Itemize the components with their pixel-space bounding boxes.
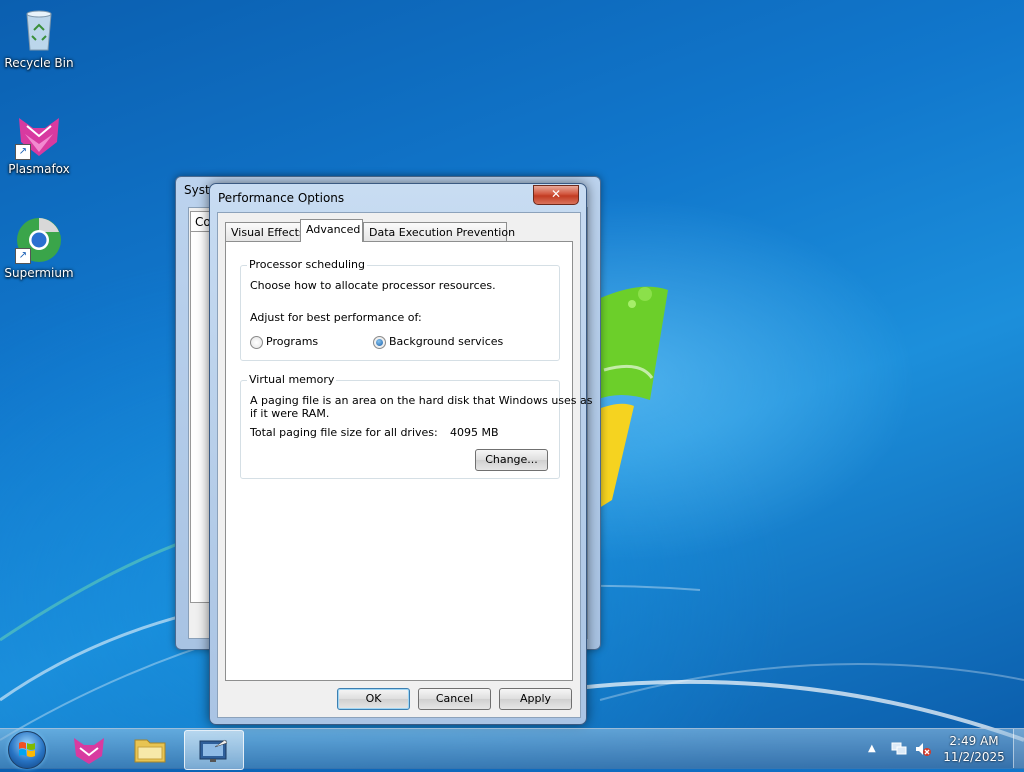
dialog-body: Visual Effects Advanced Data Execution P… <box>217 212 593 718</box>
adjust-label: Adjust for best performance of: <box>250 311 422 324</box>
plasmafox-icon: ↗ <box>15 112 63 160</box>
group-label: Virtual memory <box>247 373 337 386</box>
taskbar-plasmafox[interactable] <box>60 730 118 768</box>
clock-date: 11/2/2025 <box>943 750 1005 764</box>
desktop-icon-label: Plasmafox <box>8 162 70 176</box>
network-icon[interactable] <box>890 741 908 757</box>
plasmafox-icon <box>74 738 104 764</box>
clock-time: 2:49 AM <box>949 734 999 748</box>
desktop-icon-plasmafox[interactable]: ↗ Plasmafox <box>0 112 79 176</box>
performance-options-dialog[interactable]: Performance Options ✕ Visual Effects Adv… <box>209 183 593 725</box>
desktop-icon-supermium[interactable]: ↗ Supermium <box>0 216 79 280</box>
shortcut-arrow-icon: ↗ <box>15 248 31 264</box>
radio-programs[interactable] <box>250 336 263 349</box>
radio-background-services[interactable] <box>373 336 386 349</box>
radio-programs-label[interactable]: Programs <box>266 335 318 348</box>
start-button[interactable] <box>8 731 46 769</box>
tab-advanced[interactable]: Advanced <box>300 219 363 242</box>
dialog-title: Performance Options <box>218 191 345 205</box>
shortcut-arrow-icon: ↗ <box>15 144 31 160</box>
apply-button[interactable]: Apply <box>499 688 572 710</box>
close-button[interactable]: ✕ <box>533 185 579 205</box>
processor-scheduling-group: Processor scheduling Choose how to alloc… <box>240 258 560 361</box>
total-paging-value: 4095 MB <box>450 426 499 439</box>
cancel-button[interactable]: Cancel <box>418 688 491 710</box>
desktop-icon-recycle-bin[interactable]: Recycle Bin <box>0 6 79 70</box>
recycle-bin-icon <box>15 6 63 54</box>
virtual-memory-group: Virtual memory A paging file is an area … <box>240 373 593 479</box>
tab-data-execution-prevention[interactable]: Data Execution Prevention <box>363 222 515 242</box>
show-desktop-button[interactable] <box>1013 729 1024 768</box>
folder-icon <box>134 739 166 763</box>
supermium-icon: ↗ <box>15 216 63 264</box>
tab-visual-effects[interactable]: Visual Effects <box>225 222 305 242</box>
radio-background-services-label[interactable]: Background services <box>389 335 503 348</box>
show-hidden-icons-button[interactable]: ▲ <box>868 743 876 754</box>
ok-button[interactable]: OK <box>337 688 410 710</box>
virtual-memory-description-line2: if it were RAM. <box>250 407 330 420</box>
taskbar-clock[interactable]: 2:49 AM 11/2/2025 <box>936 733 1012 765</box>
system-properties-icon <box>199 739 228 762</box>
virtual-memory-description-line1: A paging file is an area on the hard dis… <box>250 394 593 407</box>
desktop-icon-label: Recycle Bin <box>4 56 74 70</box>
processor-description: Choose how to allocate processor resourc… <box>250 279 496 292</box>
desktop-icon-label: Supermium <box>4 266 74 280</box>
group-label: Processor scheduling <box>247 258 368 271</box>
volume-muted-icon[interactable] <box>914 741 932 757</box>
taskbar-explorer[interactable] <box>121 730 179 768</box>
taskbar-system-properties[interactable] <box>184 730 244 770</box>
total-paging-label: Total paging file size for all drives: <box>250 426 438 439</box>
windows-logo-icon <box>19 742 35 757</box>
advanced-tab-panel: Processor scheduling Choose how to alloc… <box>225 241 593 681</box>
change-button[interactable]: Change... <box>475 449 548 471</box>
taskbar: ▲ 2:49 AM 11/2/2025 <box>0 728 1024 770</box>
